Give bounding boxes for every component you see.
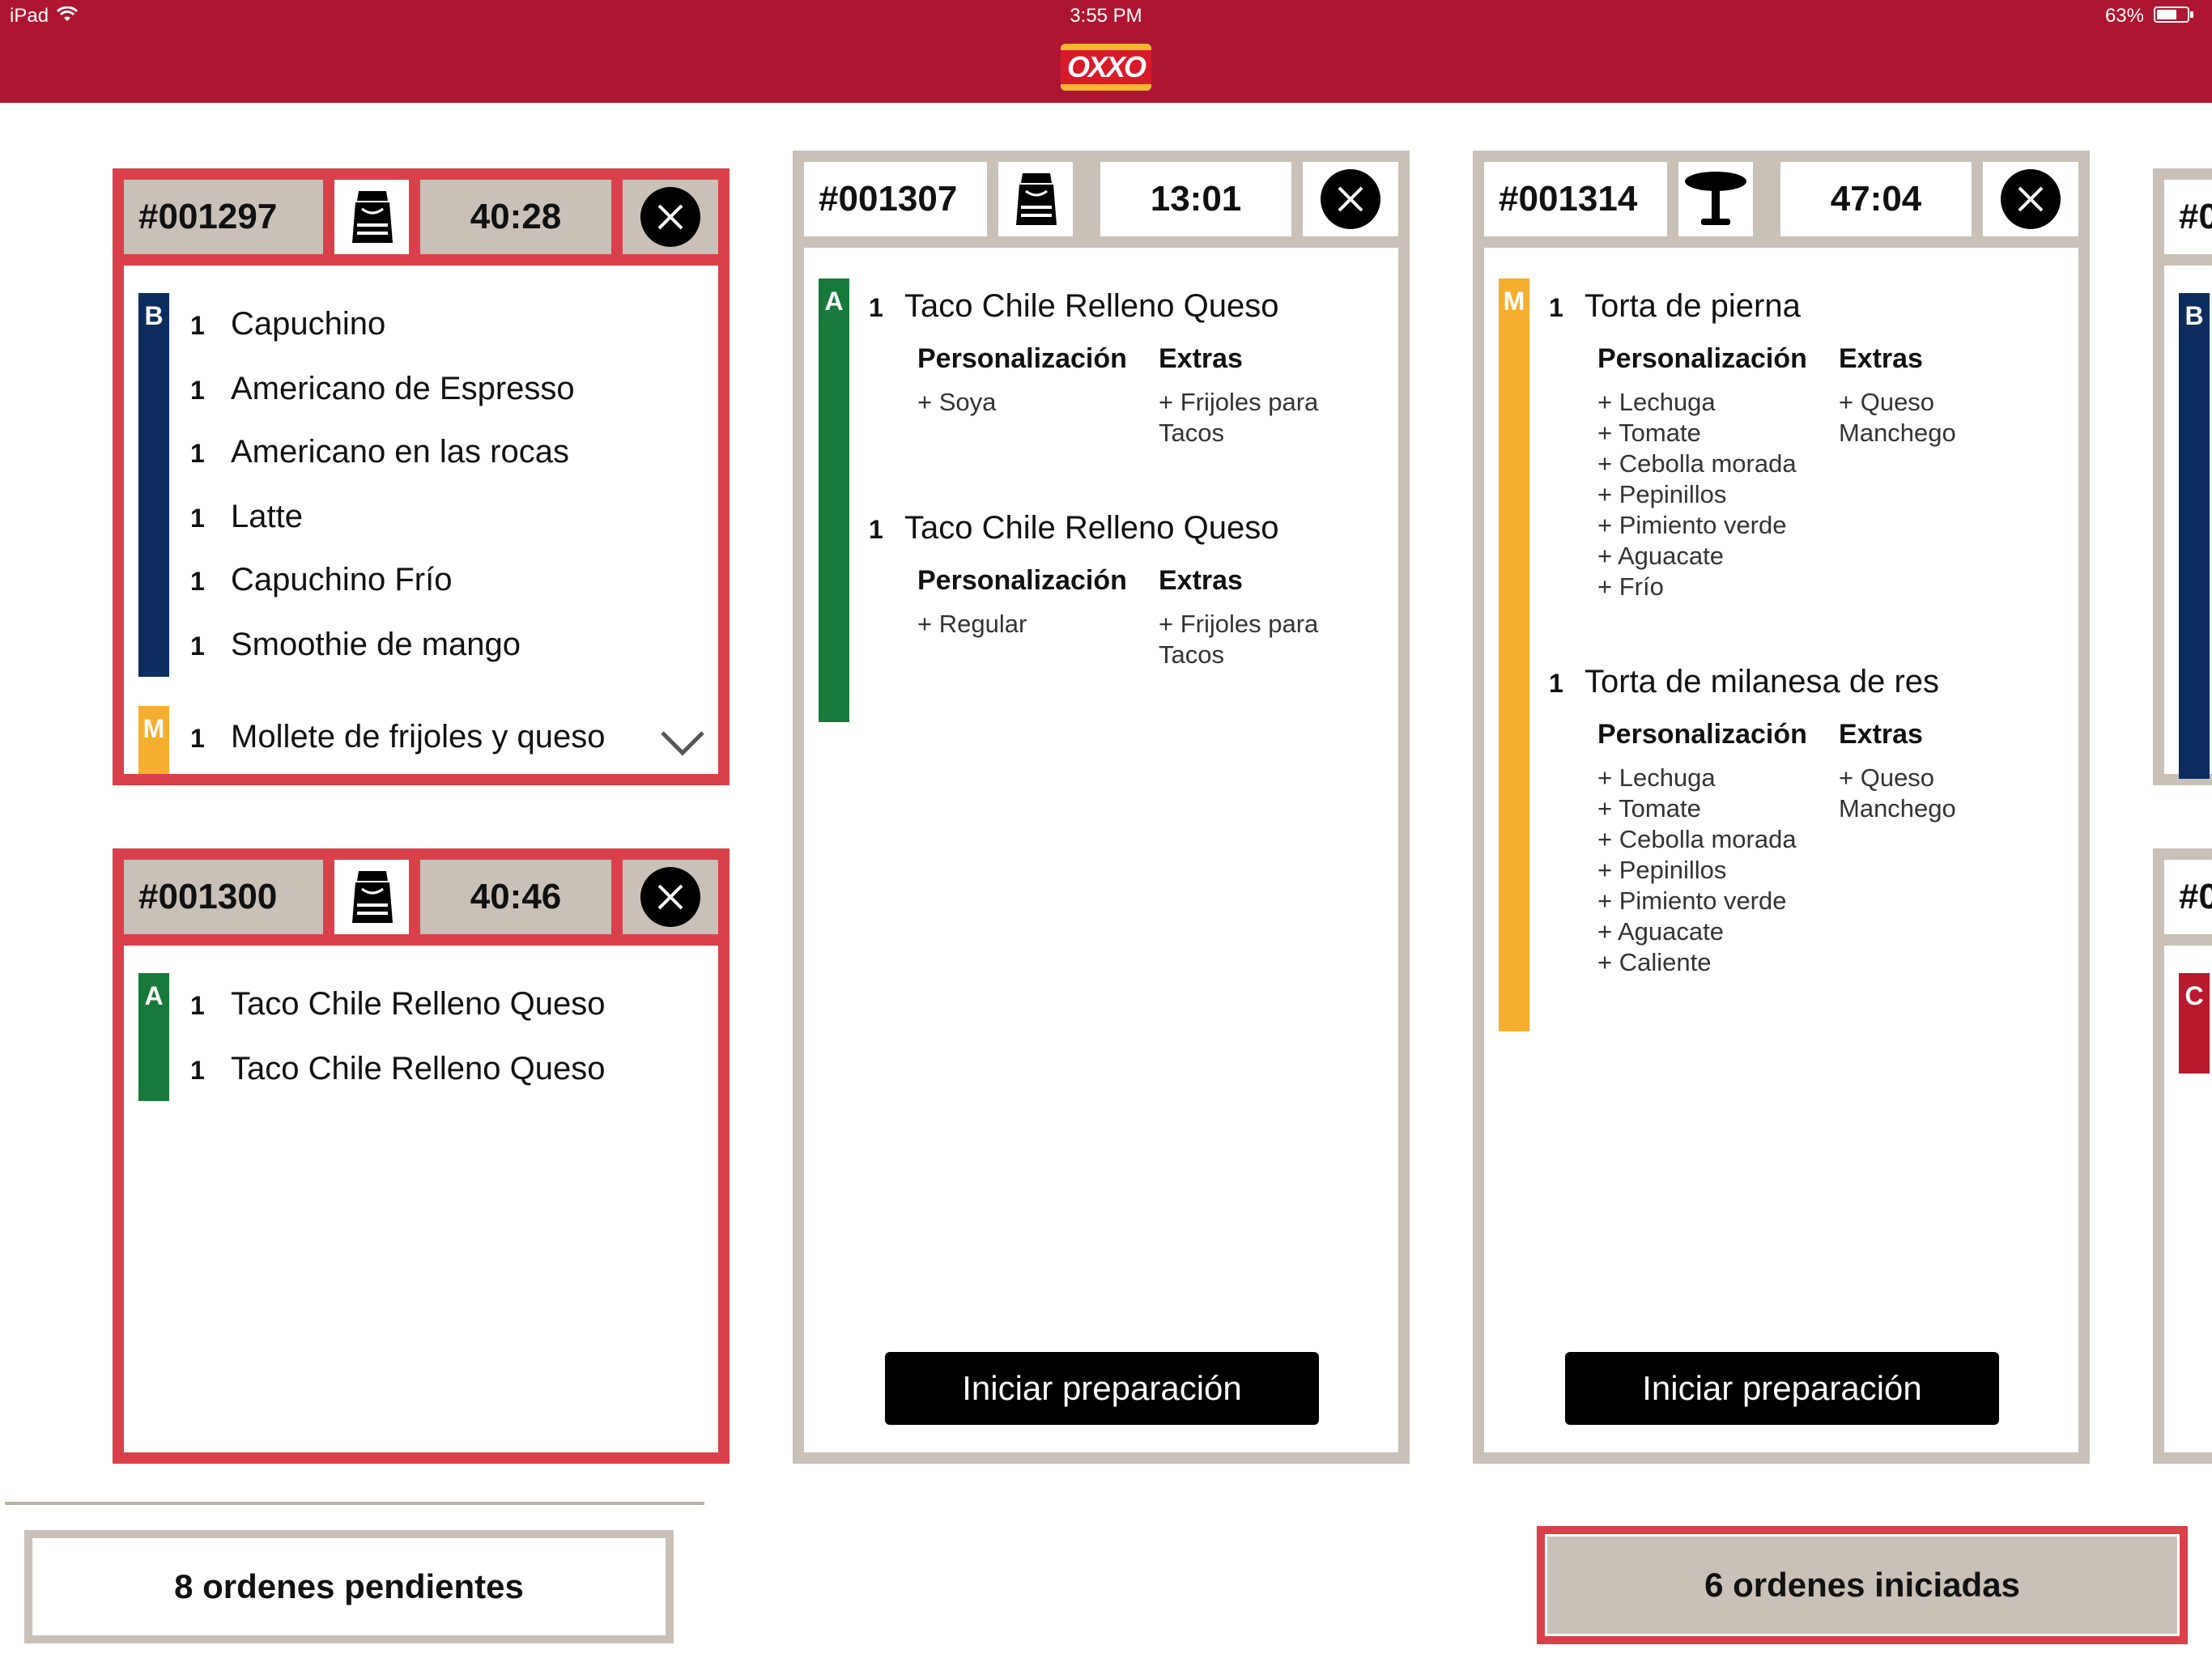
order-items: M 1 Torta de pierna Personalización Extr… — [1484, 248, 2078, 1452]
item-qty: 1 — [190, 311, 205, 340]
item-name: Taco Chile Relleno Queso — [231, 1051, 606, 1086]
order-card-partial[interactable]: #0 C — [2153, 848, 2212, 1464]
extras-heading: Extras — [1159, 565, 1243, 596]
station-bar-b: B — [2179, 293, 2210, 779]
close-cell — [1983, 162, 2078, 236]
station-bar-b: B — [138, 293, 169, 677]
bag-icon — [998, 162, 1073, 236]
order-timer: 40:46 — [420, 860, 611, 934]
order-items: B 1 Capuchino 1 Americano de Espresso 1 … — [124, 266, 718, 774]
extras-heading: Extras — [1839, 719, 1923, 750]
order-items: C — [2164, 946, 2212, 1452]
item-qty: 1 — [1549, 293, 1563, 322]
station-bar-a: A — [819, 278, 849, 722]
order-items: B — [2164, 266, 2212, 779]
bag-icon — [334, 180, 409, 254]
bag-icon — [334, 860, 409, 934]
station-bar-a: A — [138, 973, 169, 1101]
personalizacion-list: + Soya — [917, 388, 997, 416]
close-icon — [1338, 186, 1363, 212]
item-name: Smoothie de mango — [231, 627, 521, 662]
item-qty: 1 — [190, 376, 205, 405]
start-preparation-button[interactable]: Iniciar preparación — [1565, 1352, 1999, 1425]
personalizacion-list: + Lechuga + Tomate + Cebolla morada + Pe… — [1597, 388, 1797, 601]
personalizacion-heading: Personalización — [917, 565, 1127, 596]
order-items: A 1 Taco Chile Relleno Queso 1 Taco Chil… — [124, 946, 718, 1452]
station-bar-m: M — [1499, 278, 1529, 1031]
item-name: Torta de pierna — [1585, 288, 1801, 324]
chevron-down-icon[interactable] — [660, 730, 705, 756]
close-order-button[interactable] — [640, 867, 700, 927]
order-timer: 47:04 — [1780, 162, 1972, 236]
close-cell — [1303, 162, 1398, 236]
item-qty: 1 — [869, 293, 883, 322]
order-items: A 1 Taco Chile Relleno Queso Personaliza… — [804, 248, 1398, 1452]
order-id: #001307 — [804, 162, 987, 236]
item-qty: 1 — [190, 631, 205, 661]
extras-heading: Extras — [1159, 343, 1243, 374]
item-name: Torta de milanesa de res — [1585, 664, 1940, 699]
close-order-button[interactable] — [1321, 169, 1380, 229]
item-qty: 1 — [190, 724, 205, 753]
station-bar-m: M — [138, 706, 169, 774]
close-icon — [657, 204, 683, 230]
started-orders-tab[interactable]: 6 ordenes iniciadas — [1537, 1526, 2188, 1644]
close-icon — [2018, 186, 2044, 212]
tab-inner-border — [1545, 1534, 2180, 1636]
item-name: Americano en las rocas — [231, 434, 569, 470]
pending-orders-tab[interactable]: 8 ordenes pendientes — [24, 1530, 674, 1643]
order-id: #0 — [2164, 860, 2212, 934]
item-qty: 1 — [190, 991, 205, 1020]
divider — [5, 1502, 704, 1505]
extras-heading: Extras — [1839, 343, 1923, 374]
table-icon — [1678, 162, 1753, 236]
order-card-partial[interactable]: #0 B — [2153, 168, 2212, 785]
order-card[interactable]: #001314 47:04 M 1 Torta de pierna Person… — [1473, 151, 2090, 1464]
status-time: 3:55 PM — [1070, 5, 1142, 27]
close-cell — [623, 860, 718, 934]
item-name: Taco Chile Relleno Queso — [904, 288, 1279, 324]
extras-list: + Queso Manchego — [1839, 763, 1956, 823]
close-cell — [623, 180, 718, 254]
personalizacion-heading: Personalización — [1597, 719, 1807, 750]
item-qty: 1 — [190, 1056, 205, 1085]
battery-percent: 63% — [2104, 5, 2144, 27]
extras-list: + Frijoles para Tacos — [1159, 610, 1319, 669]
start-preparation-button[interactable]: Iniciar preparación — [885, 1352, 1319, 1425]
personalizacion-list: + Lechuga + Tomate + Cebolla morada + Pe… — [1597, 763, 1797, 976]
order-id: #0 — [2164, 180, 2212, 254]
item-qty: 1 — [869, 515, 883, 544]
item-name: Americano de Espresso — [231, 371, 575, 406]
item-name: Capuchino Frío — [231, 562, 453, 597]
order-card[interactable]: #001297 40:28 B 1 Capuchino 1 Americano … — [113, 168, 730, 785]
order-timer: 13:01 — [1100, 162, 1291, 236]
close-order-button[interactable] — [640, 187, 700, 247]
item-qty: 1 — [190, 439, 205, 468]
order-card[interactable]: #001307 13:01 A 1 Taco Chile Relleno Que… — [793, 151, 1410, 1464]
close-icon — [657, 884, 683, 910]
station-bar-c: C — [2179, 973, 2210, 1073]
item-qty: 1 — [1549, 669, 1563, 698]
item-name: Latte — [231, 499, 303, 534]
extras-list: + Queso Manchego — [1839, 388, 1956, 447]
order-timer: 40:28 — [420, 180, 611, 254]
item-qty: 1 — [190, 567, 205, 596]
item-name: Taco Chile Relleno Queso — [231, 986, 606, 1022]
oxxo-logo: OXXO — [1061, 44, 1151, 91]
order-id: #001300 — [124, 860, 323, 934]
item-name: Taco Chile Relleno Queso — [904, 510, 1279, 546]
close-order-button[interactable] — [2001, 169, 2061, 229]
personalizacion-heading: Personalización — [1597, 343, 1807, 374]
battery-icon — [2154, 6, 2193, 23]
order-id: #001297 — [124, 180, 323, 254]
item-name: Capuchino — [231, 306, 386, 342]
order-card[interactable]: #001300 40:46 A 1 Taco Chile Relleno Que… — [113, 848, 730, 1464]
item-qty: 1 — [190, 504, 205, 533]
item-name: Mollete de frijoles y queso — [231, 719, 606, 755]
order-id: #001314 — [1484, 162, 1667, 236]
extras-list: + Frijoles para Tacos — [1159, 388, 1319, 447]
personalizacion-list: + Regular — [917, 610, 1027, 638]
personalizacion-heading: Personalización — [917, 343, 1127, 374]
